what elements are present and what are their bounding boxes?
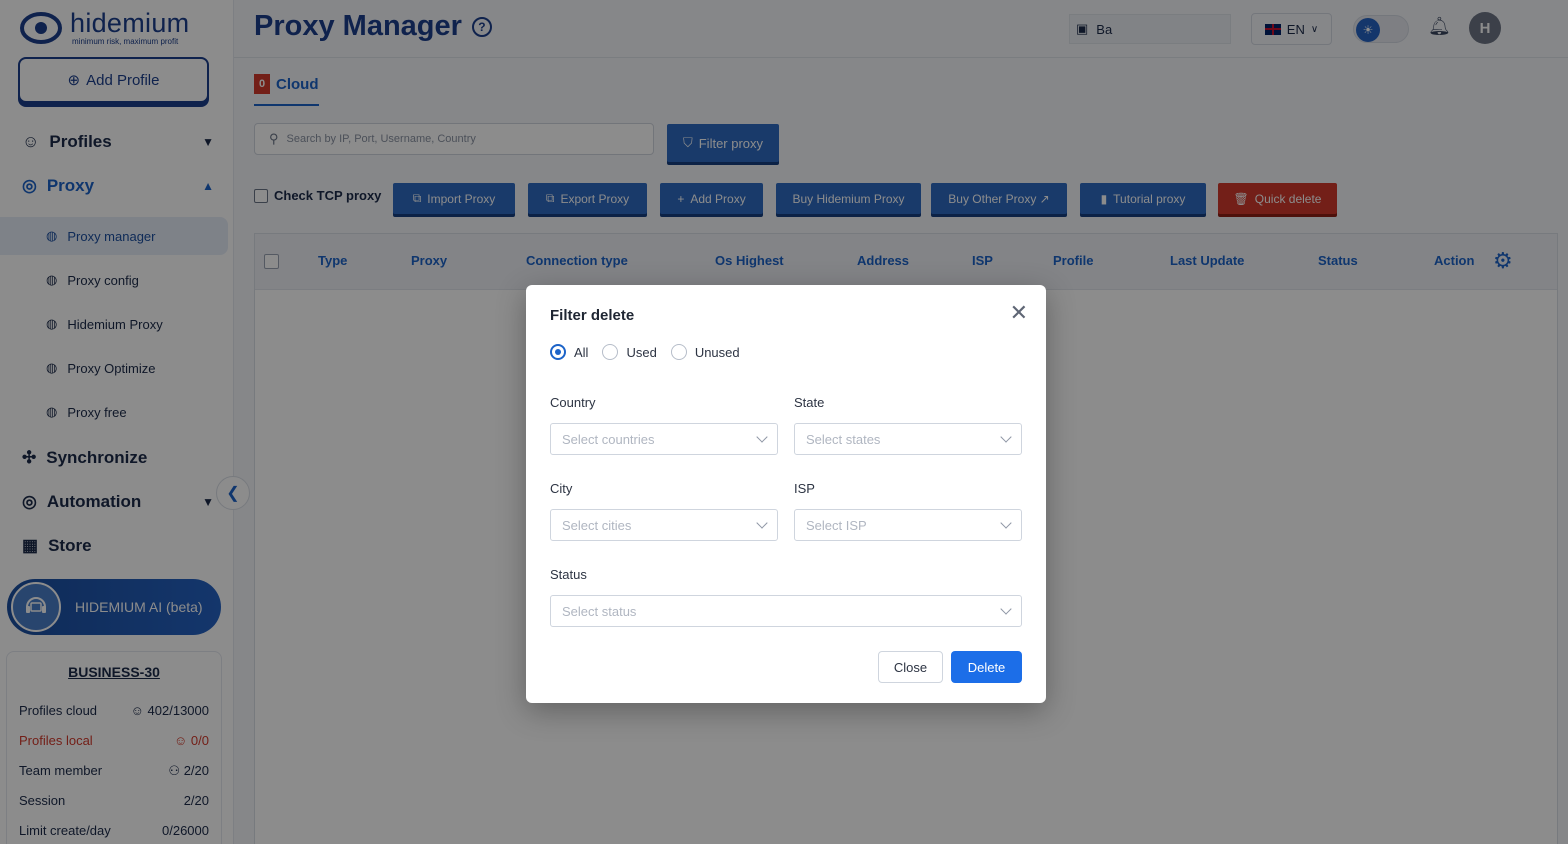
state-select[interactable]: Select states	[794, 423, 1022, 455]
isp-label: ISP	[794, 481, 815, 496]
chevron-down-icon	[756, 517, 768, 529]
radio-unused[interactable]: Unused	[670, 344, 740, 360]
state-label: State	[794, 395, 825, 410]
select-placeholder: Select countries	[562, 431, 655, 447]
city-select[interactable]: Select cities	[550, 509, 778, 541]
chevron-down-icon	[756, 431, 768, 443]
radio-indicator[interactable]	[602, 344, 619, 360]
delete-button[interactable]: Delete	[951, 651, 1022, 683]
select-placeholder: Select states	[806, 431, 881, 447]
city-label: City	[550, 481, 573, 496]
usage-radio-group: All Used Unused	[550, 344, 740, 360]
status-label: Status	[550, 567, 587, 582]
radio-label: All	[574, 344, 589, 360]
close-icon[interactable]: ✕	[1010, 302, 1028, 324]
select-placeholder: Select status	[562, 603, 637, 619]
radio-used[interactable]: Used	[602, 344, 657, 360]
select-placeholder: Select cities	[562, 517, 632, 533]
modal-title: Filter delete	[550, 307, 635, 324]
status-select[interactable]: Select status	[550, 595, 1022, 627]
radio-label: Used	[626, 344, 657, 360]
country-label: Country	[550, 395, 596, 410]
chevron-down-icon	[1000, 603, 1012, 615]
chevron-down-icon	[1000, 517, 1012, 529]
radio-label: Unused	[694, 344, 740, 360]
chevron-down-icon	[1000, 431, 1012, 443]
radio-all[interactable]: All	[550, 344, 588, 360]
filter-delete-modal: Filter delete ✕ All Used Unused Country …	[526, 285, 1046, 703]
isp-select[interactable]: Select ISP	[794, 509, 1022, 541]
country-select[interactable]: Select countries	[550, 423, 778, 455]
radio-indicator[interactable]	[550, 344, 566, 360]
select-placeholder: Select ISP	[806, 517, 867, 533]
radio-indicator[interactable]	[670, 344, 687, 360]
close-button[interactable]: Close	[878, 651, 943, 683]
